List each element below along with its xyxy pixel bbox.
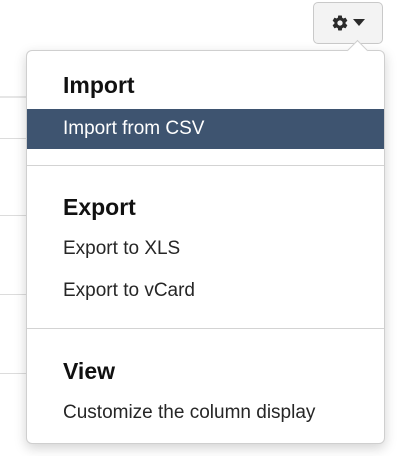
section-header-import: Import xyxy=(63,72,135,98)
settings-dropdown-menu: Import Import from CSV Export Export to … xyxy=(26,39,385,444)
menu-item-import-csv[interactable]: Import from CSV xyxy=(27,109,384,149)
menu-item-export-xls[interactable]: Export to XLS xyxy=(27,229,384,269)
caret-down-icon xyxy=(353,19,365,27)
menu-divider xyxy=(27,165,384,166)
gear-icon xyxy=(331,14,349,32)
settings-dropdown-button[interactable] xyxy=(313,2,383,44)
section-header-view: View xyxy=(63,358,115,384)
menu-item-customize-columns[interactable]: Customize the column display xyxy=(27,393,384,433)
section-header-export: Export xyxy=(63,194,136,220)
menu-divider xyxy=(27,328,384,329)
menu-item-export-vcard[interactable]: Export to vCard xyxy=(27,271,384,311)
